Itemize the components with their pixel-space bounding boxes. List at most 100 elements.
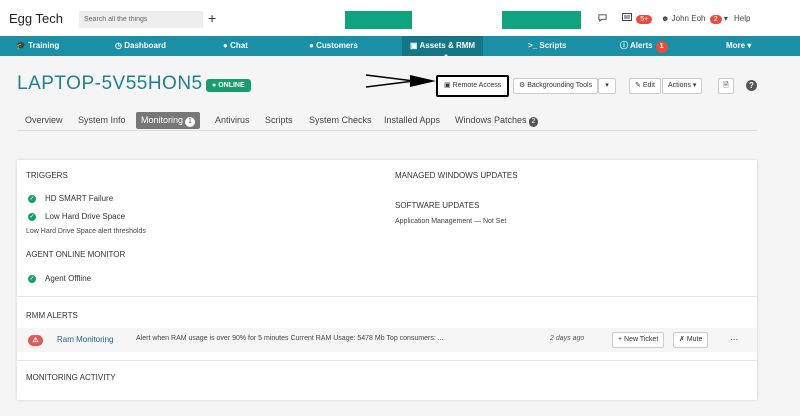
nav-label: Training <box>28 41 60 50</box>
nav-item-chat[interactable]: ● Chat <box>223 36 248 56</box>
nav-item-scripts[interactable]: >_ Scripts <box>528 36 566 56</box>
tab-scripts[interactable]: Scripts <box>260 112 298 129</box>
page-title: LAPTOP-5V55HON5 <box>17 73 203 94</box>
check-circle-icon: ✓ <box>28 212 36 221</box>
monitor-icon: ▣ <box>410 41 418 50</box>
trigger-label: Low Hard Drive Space <box>45 212 126 221</box>
caret-down-icon: ▾ <box>747 41 752 50</box>
new-ticket-button[interactable]: + New Ticket <box>612 332 665 348</box>
tab-label: Monitoring <box>141 115 184 125</box>
backgrounding-tools-button[interactable]: ⚙ Backgrounding Tools <box>513 78 599 94</box>
tab-count-badge: 2 <box>528 117 539 127</box>
trigger-label: HD SMART Failure <box>45 194 114 203</box>
nav-label: More <box>726 41 746 50</box>
nav-label: Dashboard <box>124 41 167 50</box>
backgrounding-dropdown-button[interactable]: ▾ <box>598 78 616 94</box>
monitor-icon: ▣ <box>444 82 451 89</box>
caret-down-icon: ▾ <box>692 82 697 89</box>
caret-down-icon: ▾ <box>605 82 609 89</box>
threshold-note: Low Hard Drive Space alert thresholds <box>26 228 146 235</box>
software-updates-heading: SOFTWARE UPDATES <box>395 201 480 210</box>
nav-item-assets-rmm[interactable]: ▣ Assets & RMM <box>402 36 484 56</box>
mute-icon: ✗ <box>679 336 685 343</box>
tab-system-checks[interactable]: System Checks <box>304 112 377 129</box>
nav-label: Scripts <box>539 41 567 50</box>
pencil-icon: ✎ <box>635 82 641 89</box>
nav-item-alerts[interactable]: ⓘ Alerts 1 <box>620 36 668 56</box>
tab-label: Windows Patches <box>455 115 527 125</box>
caret-down-icon: ▾ <box>723 14 728 23</box>
nav-item-customers[interactable]: ● Customers <box>309 36 358 56</box>
terminal-icon: >_ <box>528 41 538 50</box>
tab-antivirus[interactable]: Antivirus <box>210 112 255 129</box>
actions-label: Actions <box>668 82 691 89</box>
inbox-icon[interactable]: 5+ <box>622 13 653 24</box>
managed-updates-heading: MANAGED WINDOWS UPDATES <box>395 171 518 180</box>
dashboard-icon: ◷ <box>115 41 122 50</box>
section-divider <box>17 296 757 297</box>
user-menu[interactable]: ☻ John Eoh 2 ▾ <box>661 14 728 24</box>
alert-icon: ⓘ <box>620 41 628 50</box>
chat-icon: ● <box>223 41 228 50</box>
nav-label: Chat <box>230 41 248 50</box>
document-icon: 🗎 <box>723 82 729 89</box>
check-circle-icon: ✓ <box>28 274 36 283</box>
warning-icon: ⚠ <box>28 335 43 346</box>
triggers-heading: TRIGGERS <box>26 171 68 180</box>
inbox-count-badge: 5+ <box>636 15 653 24</box>
main-nav: 🎓 Training ◷ Dashboard ● Chat ● Customer… <box>0 36 800 56</box>
nav-item-dashboard[interactable]: ◷ Dashboard <box>115 36 166 56</box>
nav-label: Assets & RMM <box>419 41 476 50</box>
tab-monitoring[interactable]: Monitoring 1 <box>136 112 200 129</box>
agent-monitor-heading: AGENT ONLINE MONITOR <box>26 250 126 259</box>
trigger-item[interactable]: ✓ HD SMART Failure <box>28 194 113 203</box>
nav-item-more[interactable]: More ▾ <box>726 36 751 56</box>
user-name: John Eoh <box>671 14 706 23</box>
nav-label: Alerts <box>629 41 653 50</box>
tabs-divider <box>17 130 757 131</box>
remote-access-button[interactable]: ▣ Remote Access <box>436 75 510 97</box>
help-icon[interactable]: ? <box>746 80 757 91</box>
nav-item-training[interactable]: 🎓 Training <box>16 36 59 56</box>
redacted-block <box>502 11 581 29</box>
alert-row: ⚠ Ram Monitoring Alert when RAM usage is… <box>17 328 757 352</box>
more-options-icon[interactable]: ... <box>730 332 738 343</box>
backgrounding-tools-label: Backgrounding Tools <box>527 82 593 89</box>
mute-button[interactable]: ✗ Mute <box>673 332 709 348</box>
top-bar: Egg Tech + 5+ ☻ John Eoh 2 ▾ Help <box>0 0 800 36</box>
help-link[interactable]: Help <box>734 14 750 23</box>
active-nav-indicator <box>441 54 451 59</box>
agent-monitor-label: Agent Offline <box>45 274 92 283</box>
tab-count-badge: 1 <box>185 117 195 127</box>
tab-installed-apps[interactable]: Installed Apps <box>379 112 445 129</box>
brand-name[interactable]: Egg Tech <box>9 11 63 26</box>
alert-name-link[interactable]: Ram Monitoring <box>57 335 113 344</box>
user-icon: ☻ <box>661 14 670 23</box>
toolbox-icon: ⚙ <box>519 82 526 89</box>
graduation-cap-icon: 🎓 <box>16 41 26 50</box>
tab-system-info[interactable]: System Info <box>73 112 131 129</box>
tab-overview[interactable]: Overview <box>20 112 68 129</box>
status-label: ONLINE <box>218 82 245 89</box>
chat-bubble-icon[interactable] <box>598 13 607 24</box>
annotation-arrow <box>365 74 436 88</box>
redacted-block <box>345 11 412 29</box>
monitoring-activity-heading: MONITORING ACTIVITY <box>26 373 116 382</box>
agent-monitor-item[interactable]: ✓ Agent Offline <box>28 274 91 283</box>
user-badge: 2 <box>709 15 722 24</box>
actions-button[interactable]: Actions ▾ <box>662 78 703 94</box>
rmm-alerts-heading: RMM ALERTS <box>26 311 78 320</box>
user-icon: ● <box>309 41 314 50</box>
remote-access-label: Remote Access <box>452 82 502 89</box>
trigger-item[interactable]: ✓ Low Hard Drive Space <box>28 212 125 221</box>
tab-windows-patches[interactable]: Windows Patches 2 <box>450 112 543 129</box>
section-divider <box>17 360 757 361</box>
nav-label: Customers <box>316 41 358 50</box>
search-input[interactable] <box>79 11 203 28</box>
monitoring-panel: TRIGGERS ✓ HD SMART Failure ✓ Low Hard Dri… <box>17 160 757 400</box>
edit-button[interactable]: ✎ Edit <box>629 78 661 94</box>
software-updates-value: Application Management — Not Set <box>395 218 507 225</box>
alert-time: 2 days ago <box>550 335 585 342</box>
add-button[interactable]: + <box>208 10 216 26</box>
document-button[interactable]: 🗎 <box>718 78 734 94</box>
